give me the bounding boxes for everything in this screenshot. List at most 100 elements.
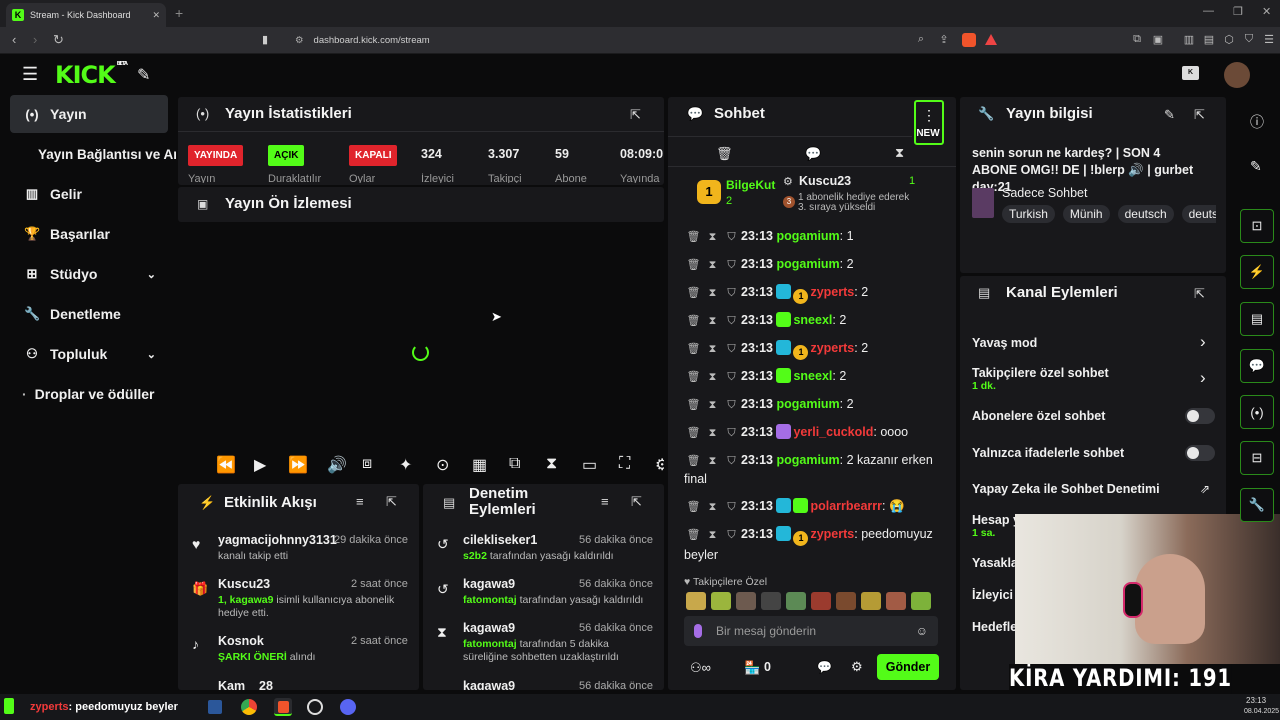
microphone-icon[interactable] xyxy=(694,624,702,638)
delete-message-icon[interactable]: 🗑 xyxy=(684,526,703,544)
chrome-app-icon[interactable] xyxy=(241,699,257,715)
sparkle-icon[interactable]: ✦ xyxy=(399,455,412,475)
chevron-right-icon[interactable]: › xyxy=(1200,332,1206,352)
kick-mode-icon[interactable]: K xyxy=(1182,66,1199,80)
timeout-icon[interactable]: ⧗ xyxy=(703,256,722,274)
goals-action[interactable]: Hedefle xyxy=(972,620,1017,634)
store-icon[interactable]: 🏪 xyxy=(744,660,760,676)
community-icon[interactable]: ⚇∞ xyxy=(690,660,711,676)
mod-shield-icon[interactable]: ⛉ xyxy=(722,228,741,246)
timeout-icon[interactable]: ⧗ xyxy=(703,284,722,302)
trash-icon[interactable]: 🗑 xyxy=(716,146,733,162)
theater-icon[interactable]: ▭ xyxy=(582,455,597,475)
quick-action-layout-icon[interactable]: ⊟ xyxy=(1240,441,1274,475)
delete-message-icon[interactable]: 🗑 xyxy=(684,368,703,386)
category-name[interactable]: Sadece Sohbet xyxy=(1002,186,1088,200)
quick-action-chat-icon[interactable]: 💬 xyxy=(1240,349,1274,383)
obs-app-icon[interactable] xyxy=(307,699,323,715)
delete-message-icon[interactable]: 🗑 xyxy=(684,340,703,358)
message-user[interactable]: pogamium xyxy=(776,397,839,411)
delete-message-icon[interactable]: 🗑 xyxy=(684,284,703,302)
closed-badge[interactable]: KAPALI xyxy=(349,145,398,166)
zoom-icon[interactable]: ⌕ xyxy=(914,33,928,47)
event-user[interactable]: Kuscu23 xyxy=(218,577,270,591)
emote[interactable] xyxy=(761,592,781,610)
subscribers-only-toggle[interactable] xyxy=(1185,408,1215,424)
emote[interactable] xyxy=(886,592,906,610)
timeout-icon[interactable]: ⧗ xyxy=(703,498,722,516)
timeout-icon[interactable]: ⧗ xyxy=(703,228,722,246)
mod-shield-icon[interactable]: ⛉ xyxy=(722,526,741,544)
brave-app-icon[interactable] xyxy=(274,698,292,716)
fullscreen-icon[interactable]: ⛶ xyxy=(619,455,630,473)
ai-moderation-action[interactable]: Yapay Zeka ile Sohbet Denetimi xyxy=(972,482,1160,496)
avatar[interactable] xyxy=(1224,62,1250,88)
pip-icon[interactable]: ⧉ xyxy=(509,455,520,473)
screenshot-icon[interactable]: ▣ xyxy=(1151,33,1165,47)
kick-logo[interactable]: KICK BETA xyxy=(55,61,128,89)
sidebar-item-topluluk[interactable]: ⚇ Topluluk ⌄ xyxy=(10,335,168,373)
emote[interactable] xyxy=(686,592,706,610)
close-window-icon[interactable]: ✕ xyxy=(1262,5,1271,18)
tag[interactable]: deuts xyxy=(1181,205,1216,223)
chat-input-placeholder[interactable]: Bir mesaj gönderin xyxy=(716,624,902,638)
sidebar-item-gelir[interactable]: ▥ Gelir xyxy=(10,175,168,213)
timeout-icon[interactable]: ⧗ xyxy=(703,424,722,442)
crop-icon[interactable]: ⧈ xyxy=(362,455,372,473)
wallet-icon[interactable]: ▤ xyxy=(1202,33,1216,47)
shield-extension-icon[interactable] xyxy=(962,33,976,47)
delete-message-icon[interactable]: 🗑 xyxy=(684,452,703,470)
browser-tab[interactable]: K Stream - Kick Dashboard ✕ xyxy=(6,3,166,27)
kick-taskbar-icon[interactable] xyxy=(4,698,14,714)
mod-shield-icon[interactable]: ⛉ xyxy=(722,424,741,442)
sidebar-item-denetleme[interactable]: 🔧 Denetleme xyxy=(10,295,168,333)
clip-icon[interactable]: ⧗ xyxy=(546,455,557,473)
mod-shield-icon[interactable]: ⛉ xyxy=(722,452,741,470)
popout-icon[interactable]: ⇱ xyxy=(1194,286,1205,302)
chat-options-icon[interactable]: 💬 xyxy=(817,660,832,674)
filter-icon[interactable]: ≡ xyxy=(356,494,364,509)
close-tab-icon[interactable]: ✕ xyxy=(152,10,160,21)
maximize-icon[interactable]: ❐ xyxy=(1233,5,1243,18)
emotes-only-toggle[interactable] xyxy=(1185,445,1215,461)
message-user[interactable]: zyperts xyxy=(810,285,854,299)
info-icon[interactable]: ⓘ xyxy=(1250,112,1264,132)
sidebar-item-basarilar[interactable]: 🏆 Başarılar xyxy=(10,215,168,253)
message-user[interactable]: yerli_cuckold xyxy=(793,425,873,439)
top-gifter-name[interactable]: BilgeKut xyxy=(726,178,775,192)
mod-shield-icon[interactable]: ⛉ xyxy=(722,256,741,274)
quick-action-notes-icon[interactable]: ▤ xyxy=(1240,302,1274,336)
menu-icon[interactable]: ☰ xyxy=(1262,33,1276,47)
back-icon[interactable]: ‹ xyxy=(12,32,16,47)
edit-icon[interactable]: ✎ xyxy=(1250,158,1262,175)
mod-actor[interactable]: fatomontaj xyxy=(463,594,517,606)
tag[interactable]: Münih xyxy=(1062,205,1110,223)
minimize-icon[interactable]: — xyxy=(1203,5,1214,17)
discord-app-icon[interactable] xyxy=(340,699,356,715)
replay-icon[interactable]: ⊙ xyxy=(436,455,449,475)
mod-shield-icon[interactable]: ⛉ xyxy=(722,498,741,516)
sidebar-item-droplar[interactable]: · Droplar ve ödüller xyxy=(14,375,172,413)
quick-action-broadcast-icon[interactable]: (•) xyxy=(1240,395,1274,429)
message-user[interactable]: sneexl xyxy=(793,313,832,327)
message-user[interactable]: polarrbearrr xyxy=(810,499,882,513)
edit-icon[interactable]: ✎ xyxy=(1164,107,1175,123)
popout-icon[interactable]: ⇱ xyxy=(1194,107,1205,123)
mod-target-user[interactable]: cilekliseker1 xyxy=(463,533,537,547)
chat-input[interactable]: Bir mesaj gönderin ☺ xyxy=(684,616,938,646)
timeout-icon[interactable]: ⧗ xyxy=(703,340,722,358)
followers-only-action[interactable]: Takipçilere özel sohbet xyxy=(972,366,1109,380)
emoji-icon[interactable]: ☺ xyxy=(916,624,928,638)
mod-shield-icon[interactable]: ⛉ xyxy=(722,368,741,386)
rewards-icon[interactable] xyxy=(985,34,997,45)
emote[interactable] xyxy=(811,592,831,610)
delete-message-icon[interactable]: 🗑 xyxy=(684,256,703,274)
mod-target-user[interactable]: kagawa9 xyxy=(463,621,515,635)
account-age-action[interactable]: Hesap y xyxy=(972,513,1020,527)
open-badge[interactable]: AÇIK xyxy=(268,145,305,166)
delete-message-icon[interactable]: 🗑 xyxy=(684,498,703,516)
mod-shield-icon[interactable]: ⛉ xyxy=(722,396,741,414)
mod-target-user[interactable]: kagawa9 xyxy=(463,577,515,591)
emote[interactable] xyxy=(911,592,931,610)
creator-tools-icon[interactable]: ✎ xyxy=(137,65,150,85)
